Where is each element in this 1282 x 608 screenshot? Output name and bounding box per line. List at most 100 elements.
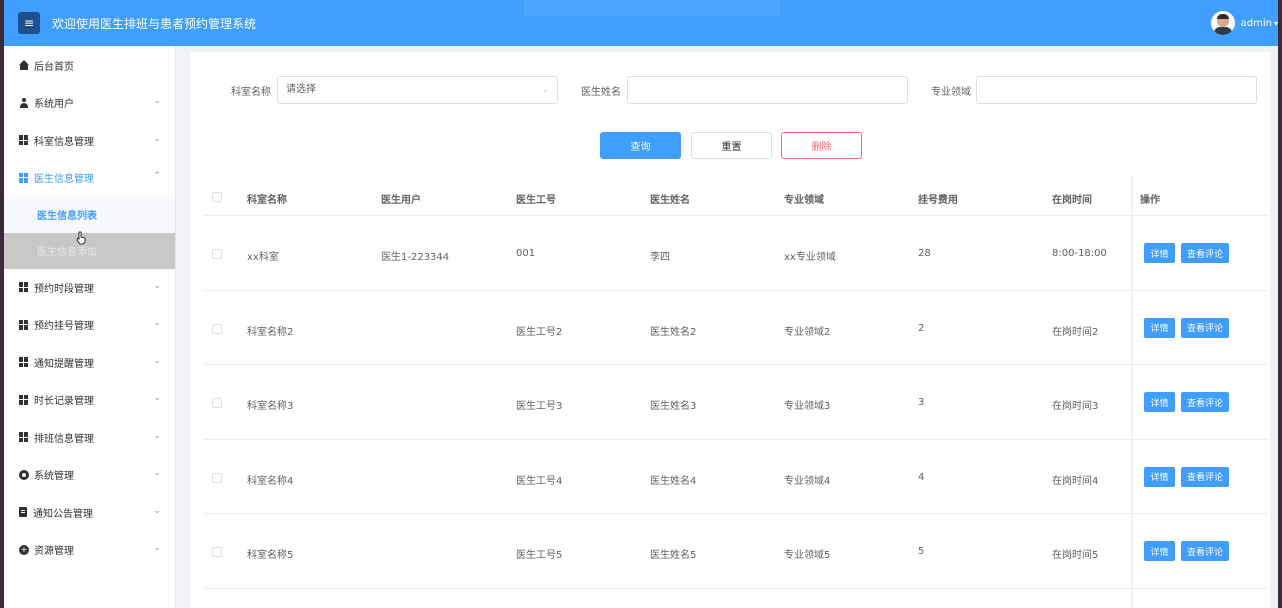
select-all-checkbox[interactable] [212,192,222,202]
view-reviews-button[interactable]: 查看评论 [1181,392,1229,412]
fixed-column-divider [1131,176,1133,608]
cell-fee: 5 [918,546,925,557]
sidebar-subitem-doctor-add[interactable]: 医生信息添加 [4,232,175,269]
grid-icon [19,135,29,146]
column-header[interactable]: 医生工号 [516,191,556,206]
sidebar-item-announcements[interactable]: 通知公告管理 ⌄ [4,494,175,532]
column-header[interactable]: 医生用户 [381,191,421,206]
sidebar-item-doctors[interactable]: 医生信息管理 ⌃ [4,159,175,197]
sidebar-item-label: 系统用户 [34,99,74,111]
cell-department: 科室名称2 [247,326,294,338]
cell-doctor-name: 医生姓名2 [650,326,697,338]
view-reviews-button[interactable]: 查看评论 [1181,243,1229,263]
chevron-down-icon: ⌄ [153,430,161,441]
table-row[interactable]: 科室名称2 医生工号2 医生姓名2 专业领域2 2 在岗时间2 详情 查看评论 [203,291,1268,365]
home-icon [19,60,29,70]
cell-duty-time: 在岗时间4 [1052,475,1099,487]
table-row[interactable]: 科室名称5 医生工号5 医生姓名5 专业领域5 5 在岗时间5 详情 查看评论 [203,514,1268,589]
detail-button[interactable]: 详情 [1144,541,1175,561]
chevron-down-icon[interactable]: ▾ [1274,19,1278,28]
field-input[interactable] [976,76,1257,104]
cell-specialty: 专业领域4 [784,475,831,487]
column-header[interactable]: 专业领域 [784,191,824,206]
cell-specialty: 专业领域3 [784,401,831,412]
sidebar-item-system-users[interactable]: 系统用户 ⌄ [4,84,175,122]
sidebar-item-label: 通知公告管理 [33,508,93,520]
sidebar-item-label: 系统管理 [34,471,74,483]
delete-button[interactable]: 删除 [781,132,862,159]
avatar[interactable] [1210,11,1235,35]
cell-doctor-name: 李四 [650,252,670,263]
doctor-name-input[interactable] [627,76,908,104]
dept-select[interactable]: 请选择 ⌄ [277,76,558,104]
detail-button[interactable]: 详情 [1144,392,1175,412]
sidebar-subitem-doctor-list[interactable]: 医生信息列表 [4,196,175,233]
row-checkbox[interactable] [212,323,222,334]
cell-duty-time: 在岗时间2 [1052,326,1099,338]
sidebar-item-resources[interactable]: + 资源管理 ⌄ [4,531,175,569]
cell-doctor-id: 医生工号5 [516,550,563,561]
cell-duty-time: 在岗时间3 [1052,401,1099,412]
row-checkbox[interactable] [212,472,222,483]
table-row[interactable]: 科室名称3 医生工号3 医生姓名3 专业领域3 3 在岗时间3 详情 查看评论 [203,365,1268,440]
sidebar-item-label: 预约挂号管理 [34,321,94,333]
sidebar-item-label: 后台首页 [34,61,74,73]
username[interactable]: admin [1241,18,1272,29]
doctor-table: 科室名称 医生用户 医生工号 医生姓名 专业领域 挂号费用 在岗时间 操作 xx… [203,178,1268,589]
detail-button[interactable]: 详情 [1144,466,1175,487]
sidebar-item-notifications[interactable]: 通知提醒管理 ⌄ [4,344,175,382]
user-menu[interactable]: admin ▾ [1210,11,1278,35]
column-header[interactable]: 挂号费用 [918,191,958,206]
cell-duty-time: 8:00-18:00 [1052,248,1107,259]
column-header[interactable]: 在岗时间 [1052,191,1092,206]
chevron-up-icon: ⌃ [153,171,161,181]
view-reviews-button[interactable]: 查看评论 [1181,541,1229,561]
chevron-down-icon: ⌄ [153,133,161,144]
cell-doctor-name: 医生姓名3 [650,401,697,412]
cell-doctor-name: 医生姓名5 [650,550,697,561]
sidebar-item-system-admin[interactable]: 系统管理 ⌄ [4,456,175,494]
cell-specialty: 专业领域5 [784,550,831,561]
sidebar-item-appointments[interactable]: 预约挂号管理 ⌄ [4,306,175,344]
query-button[interactable]: 查询 [600,132,681,159]
menu-toggle-button[interactable]: ≡ [18,12,40,34]
detail-button[interactable]: 详情 [1144,317,1175,338]
cell-department: xx科室 [247,252,279,263]
grid-icon [19,432,29,443]
sidebar-item-label: 科室信息管理 [34,136,94,148]
cell-doctor-id: 医生工号3 [516,401,563,412]
sidebar-item-duration-records[interactable]: 时长记录管理 ⌄ [4,381,175,419]
row-checkbox[interactable] [212,398,222,408]
row-checkbox[interactable] [212,547,222,557]
table-row[interactable]: xx科室 医生1-223344 001 李四 xx专业领域 28 8:00-18… [203,216,1268,291]
cell-fee: 4 [918,471,925,483]
dept-select-value: 请选择 [286,84,316,95]
main-content: 科室名称 请选择 ⌄ 医生姓名 专业领域 查询 重置 删除 科室名称 医生用户 … [190,52,1270,608]
sidebar-item-schedules[interactable]: 排班信息管理 ⌄ [4,419,175,457]
view-reviews-button[interactable]: 查看评论 [1181,466,1229,487]
sidebar-item-label: 时长记录管理 [34,396,94,408]
chevron-down-icon: ⌄ [153,505,161,516]
reset-button[interactable]: 重置 [691,132,772,159]
detail-button[interactable]: 详情 [1144,243,1175,263]
chevron-down-icon: ⌄ [153,468,161,478]
grid-icon [19,172,29,183]
chevron-down-icon: ⌄ [153,96,161,106]
grid-icon [19,282,29,293]
row-checkbox[interactable] [212,249,222,259]
user-icon [19,97,29,108]
view-reviews-button[interactable]: 查看评论 [1181,317,1229,338]
cell-doctor-id: 医生工号4 [516,475,563,487]
cell-duty-time: 在岗时间5 [1052,550,1099,561]
doctor-name-filter-label: 医生姓名 [581,87,621,98]
cell-doctor-id: 001 [516,248,536,259]
sidebar-item-home[interactable]: 后台首页 [4,46,175,84]
chevron-down-icon: ⌄ [153,280,161,291]
column-header[interactable]: 医生姓名 [650,191,690,206]
sidebar-item-label: 排班信息管理 [34,433,94,445]
table-row[interactable]: 科室名称4 医生工号4 医生姓名4 专业领域4 4 在岗时间4 详情 查看评论 [203,440,1268,514]
sidebar-item-time-slots[interactable]: 预约时段管理 ⌄ [4,269,175,307]
sidebar-item-departments[interactable]: 科室信息管理 ⌄ [4,122,175,160]
grid-icon [19,394,29,405]
column-header[interactable]: 科室名称 [247,191,287,206]
